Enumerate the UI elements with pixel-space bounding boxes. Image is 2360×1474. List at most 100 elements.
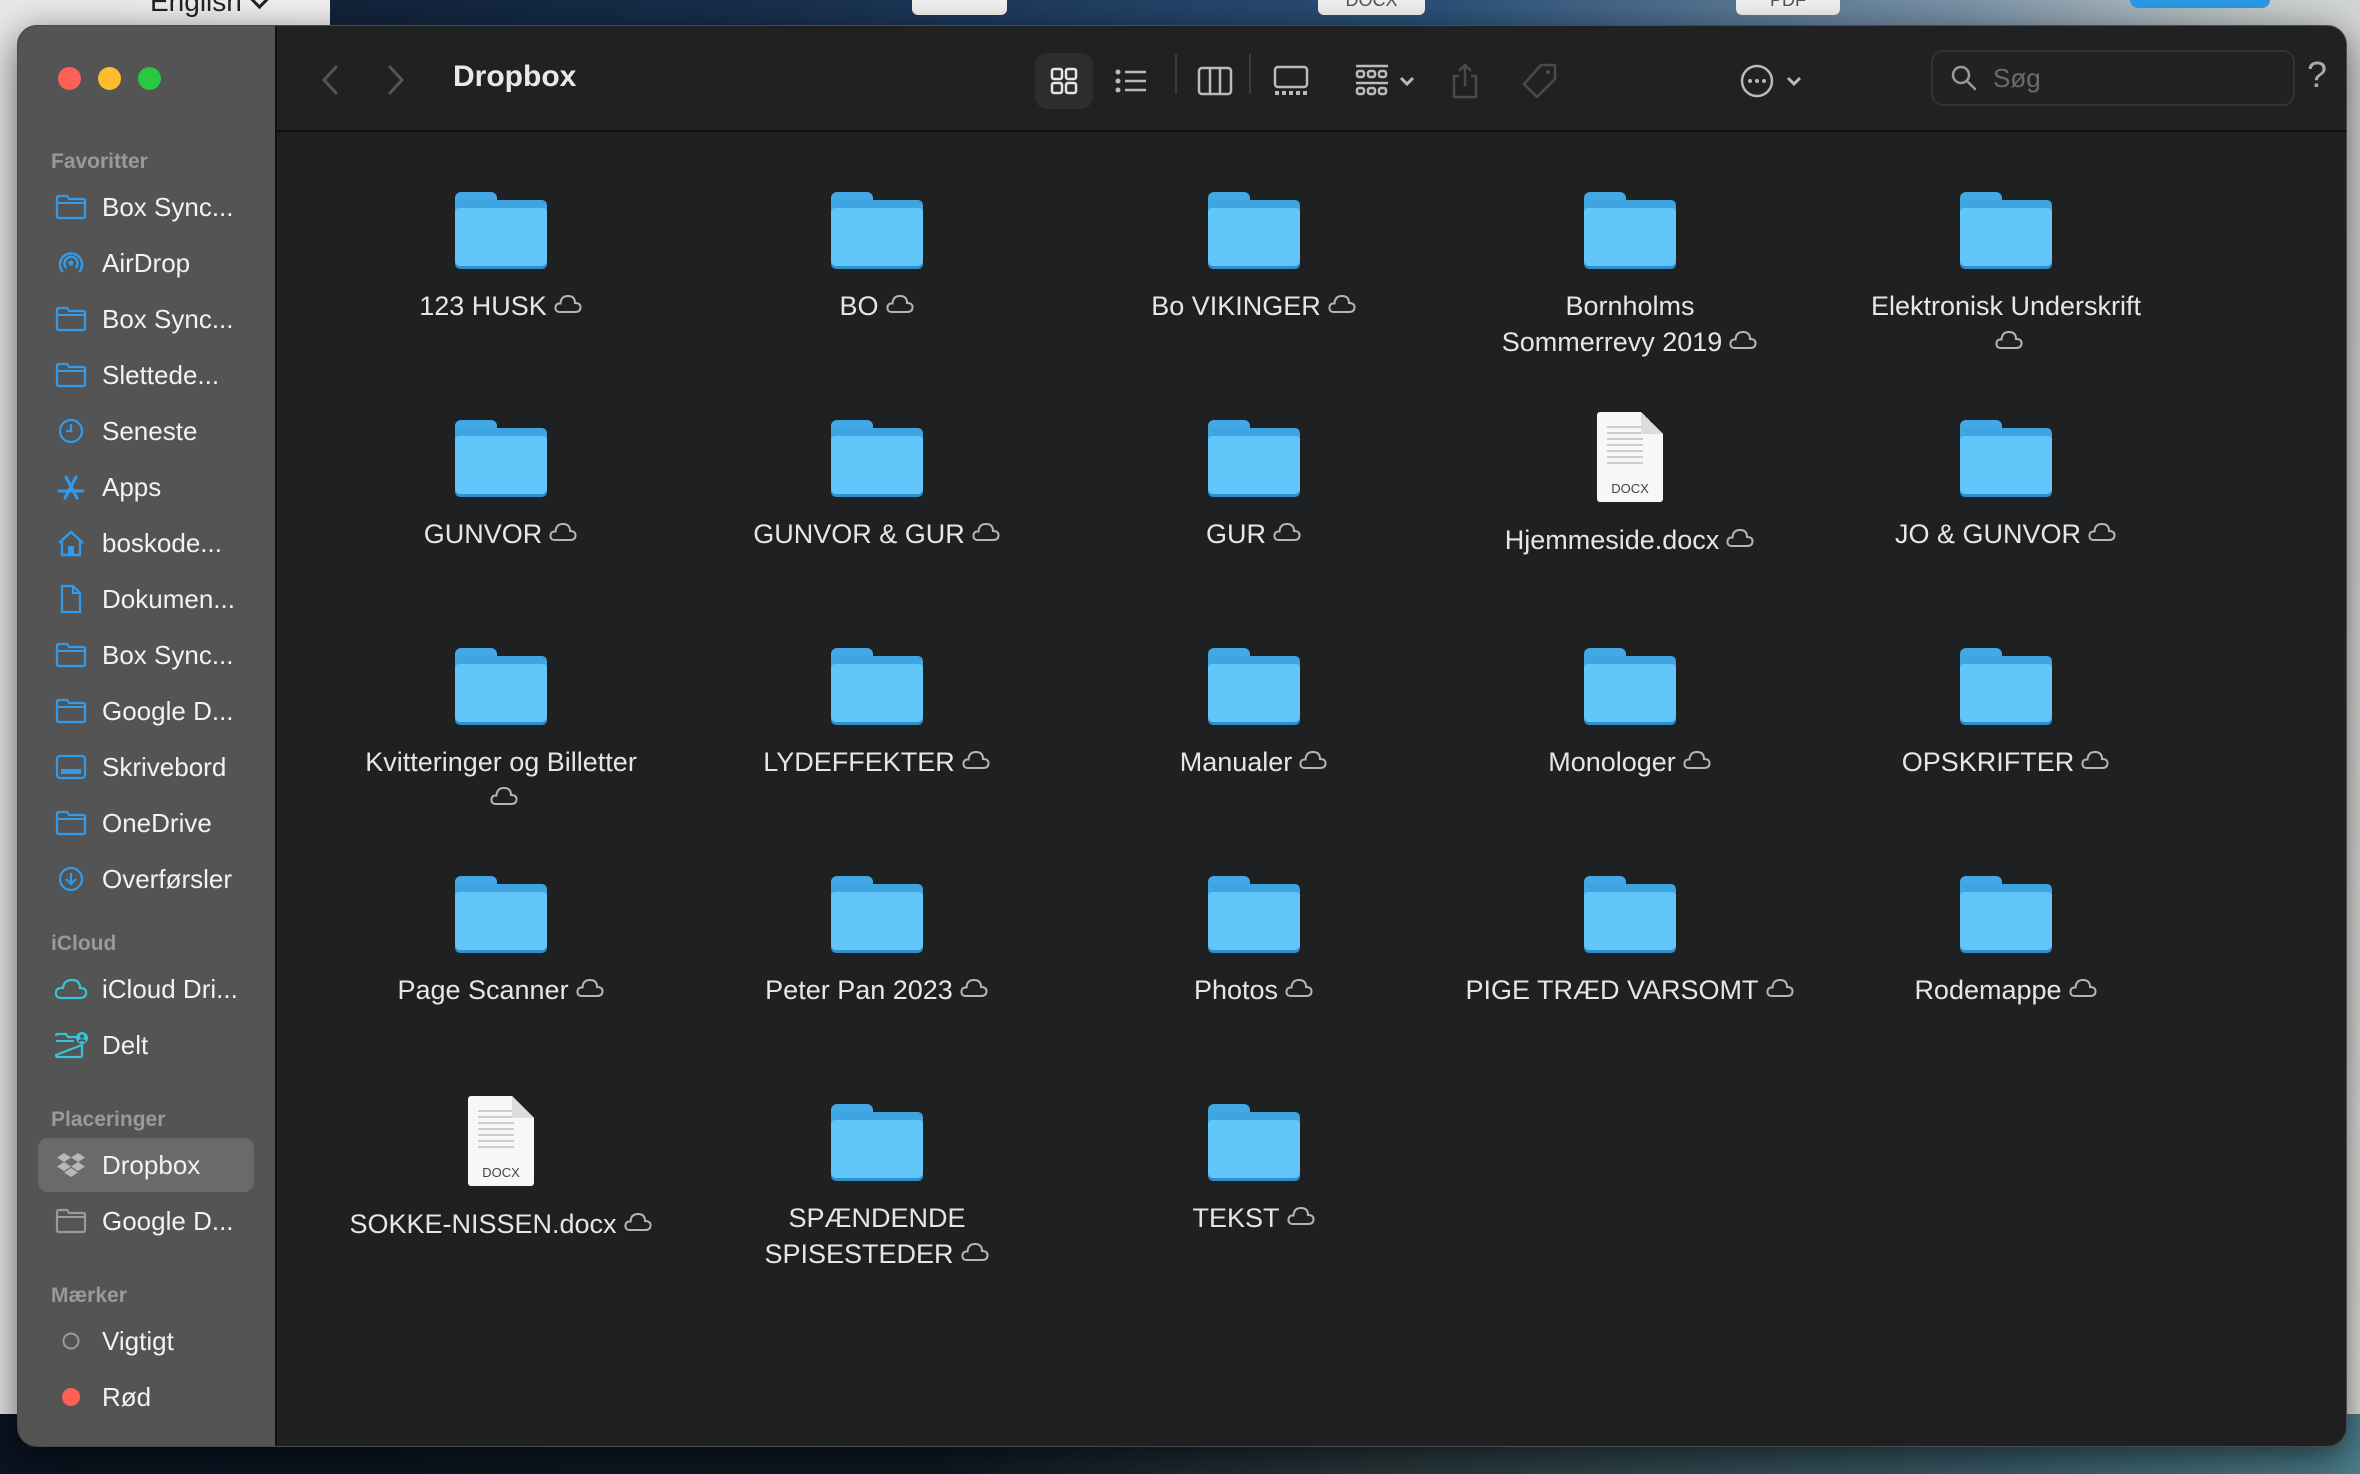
sidebar-item[interactable]: Overførsler [38, 852, 254, 906]
sidebar-item[interactable]: Delt [38, 1018, 254, 1072]
icloud-download-icon[interactable] [1765, 972, 1795, 1008]
folder-item[interactable]: Peter Pan 2023 [697, 876, 1057, 1008]
file-name: GUNVOR [423, 519, 543, 549]
icloud-download-icon[interactable] [575, 972, 605, 1008]
icloud-download-icon[interactable] [553, 288, 583, 324]
icloud-download-icon[interactable] [1272, 516, 1302, 552]
sidebar-item[interactable]: Rød [38, 1370, 254, 1424]
sidebar-item[interactable]: Skrivebord [38, 740, 254, 794]
search-field[interactable] [1931, 50, 2295, 106]
icloud-download-icon[interactable] [885, 288, 915, 324]
finder-window: Favoritter Box Sync... AirDrop Box Sync... S… [17, 25, 2347, 1447]
folder-item[interactable]: Elektronisk Underskrift [1826, 192, 2186, 360]
folder-item[interactable]: PIGE TRÆD VARSOMT [1450, 876, 1810, 1008]
icloud-download-icon[interactable] [1298, 744, 1328, 780]
share-button[interactable] [1440, 53, 1490, 109]
folder-item[interactable]: JO & GUNVOR [1826, 420, 2186, 552]
tag-red-icon [53, 1382, 89, 1412]
folder-item[interactable]: SPÆNDENDE SPISESTEDER [697, 1104, 1057, 1272]
icloud-download-icon[interactable] [1994, 324, 2024, 360]
folder-item[interactable]: LYDEFFEKTER [697, 648, 1057, 780]
sidebar-item[interactable]: Dropbox [38, 1138, 254, 1192]
folder-icon [1208, 648, 1300, 724]
folder-item[interactable]: OPSKRIFTER [1826, 648, 2186, 780]
icloud-download-icon[interactable] [1284, 972, 1314, 1008]
sidebar-item[interactable]: Slettede... [38, 348, 254, 402]
folder-item[interactable]: Bornholms Sommerrevy 2019 [1450, 192, 1810, 360]
file-name-label: GUNVOR [321, 516, 681, 552]
icloud-download-icon[interactable] [2080, 744, 2110, 780]
file-item[interactable]: DOCX SOKKE-NISSEN.docx [321, 1096, 681, 1242]
sidebar-item[interactable]: Vigtigt [38, 1314, 254, 1368]
icloud-download-icon[interactable] [1725, 522, 1755, 558]
list-view-button[interactable] [1103, 53, 1159, 109]
maximize-button[interactable] [138, 67, 161, 90]
forward-button[interactable] [385, 64, 407, 101]
icon-view-button[interactable] [1035, 53, 1093, 109]
help-button[interactable]: ? [2307, 54, 2327, 96]
sidebar-item[interactable]: boskode... [38, 516, 254, 570]
file-item[interactable]: DOCX Hjemmeside.docx [1450, 412, 1810, 558]
sidebar-item[interactable]: Apps [38, 460, 254, 514]
sidebar-item[interactable]: Dokumen... [38, 572, 254, 626]
icloud-download-icon[interactable] [2087, 516, 2117, 552]
sidebar-item[interactable]: AirDrop [38, 236, 254, 290]
folder-item[interactable]: Bo VIKINGER [1074, 192, 1434, 324]
sidebar-item-label: Apps [102, 471, 162, 502]
sidebar-item[interactable]: OneDrive [38, 796, 254, 850]
sidebar-item[interactable]: Box Sync... [38, 292, 254, 346]
folder-item[interactable]: 123 HUSK [321, 192, 681, 324]
icloud-download-icon[interactable] [2068, 972, 2098, 1008]
file-name: Peter Pan 2023 [765, 975, 953, 1005]
minimize-button[interactable] [98, 67, 121, 90]
icloud-download-icon[interactable] [1327, 288, 1357, 324]
folder-item[interactable]: Monologer [1450, 648, 1810, 780]
icloud-download-icon[interactable] [489, 780, 519, 816]
file-name: BO [839, 291, 879, 321]
folder-item[interactable]: BO [697, 192, 1057, 324]
icloud-download-icon[interactable] [1286, 1200, 1316, 1236]
sidebar-item-label: Box Sync... [102, 639, 234, 670]
group-by-button[interactable] [1345, 53, 1425, 109]
sidebar-item[interactable]: Seneste [38, 404, 254, 458]
file-name: SOKKE-NISSEN.docx [349, 1209, 617, 1239]
sidebar-item[interactable]: Box Sync... [38, 180, 254, 234]
folder-item[interactable]: Manualer [1074, 648, 1434, 780]
close-button[interactable] [58, 67, 81, 90]
folder-item[interactable]: Page Scanner [321, 876, 681, 1008]
language-selector[interactable]: English [150, 0, 270, 18]
home-icon [53, 528, 89, 558]
icloud-download-icon[interactable] [1682, 744, 1712, 780]
search-input[interactable] [1991, 61, 2285, 95]
back-button[interactable] [319, 64, 341, 101]
sidebar-item[interactable]: Google D... [38, 684, 254, 738]
gallery-view-button[interactable] [1261, 53, 1321, 109]
icloud-download-icon[interactable] [961, 744, 991, 780]
folder-icon [831, 648, 923, 724]
ellipsis-circle-icon [1740, 64, 1774, 98]
folder-item[interactable]: Photos [1074, 876, 1434, 1008]
icloud-download-icon[interactable] [1728, 324, 1758, 360]
folder-item[interactable]: TEKST [1074, 1104, 1434, 1236]
docx-file-icon: DOCX [468, 1096, 534, 1186]
sidebar-item-label: Delt [102, 1029, 149, 1060]
icloud-download-icon[interactable] [623, 1206, 653, 1242]
folder-item[interactable]: Kvitteringer og Billetter [321, 648, 681, 816]
tag-button[interactable] [1515, 53, 1565, 109]
icloud-download-icon[interactable] [548, 516, 578, 552]
columns-icon [1197, 66, 1233, 96]
sidebar-item[interactable]: iCloud Dri... [38, 962, 254, 1016]
sidebar-item[interactable]: Box Sync... [38, 628, 254, 682]
folder-icon [53, 1206, 89, 1236]
folder-item[interactable]: GUNVOR & GUR [697, 420, 1057, 552]
folder-item[interactable]: Rodemappe [1826, 876, 2186, 1008]
column-view-button[interactable] [1187, 53, 1243, 109]
icloud-download-icon[interactable] [960, 1236, 990, 1272]
icloud-download-icon[interactable] [971, 516, 1001, 552]
folder-item[interactable]: GUR [1074, 420, 1434, 552]
sidebar-item[interactable]: Google D... [38, 1194, 254, 1248]
icloud-download-icon[interactable] [959, 972, 989, 1008]
more-actions-button[interactable] [1731, 53, 1811, 109]
file-name-label: Peter Pan 2023 [697, 972, 1057, 1008]
folder-item[interactable]: GUNVOR [321, 420, 681, 552]
